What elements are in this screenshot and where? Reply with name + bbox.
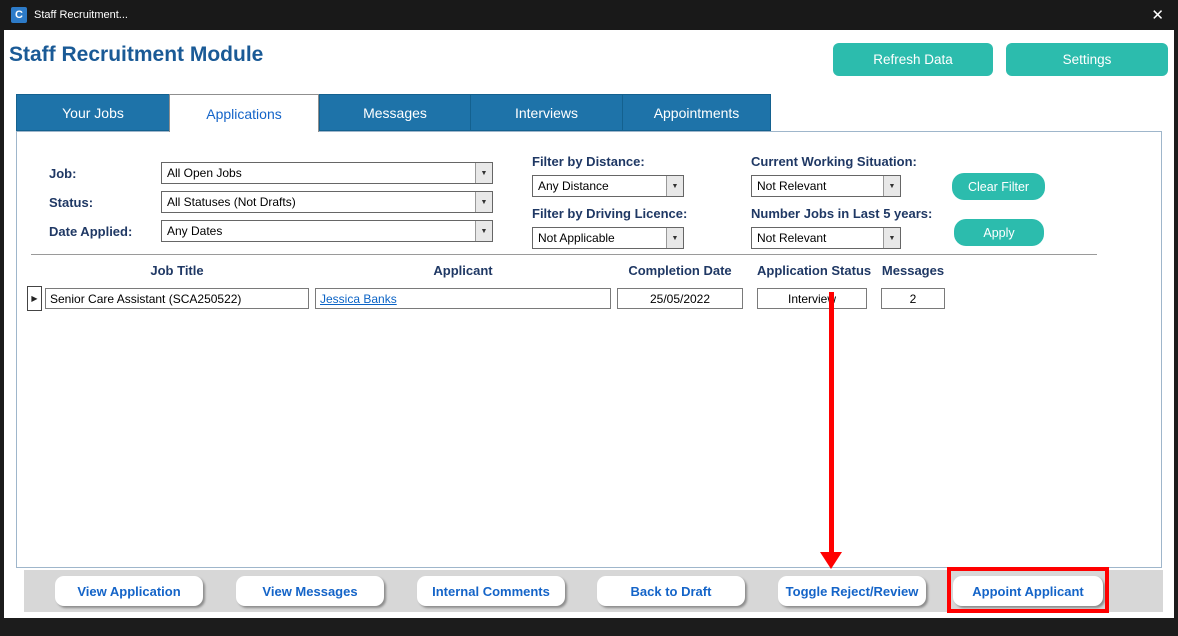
tab-appointments[interactable]: Appointments bbox=[622, 94, 771, 131]
window-content: Staff Recruitment Module Refresh Data Se… bbox=[4, 30, 1174, 618]
job-filter-value: All Open Jobs bbox=[162, 163, 475, 183]
dropdown-arrow-icon: ▼ bbox=[666, 176, 683, 196]
clear-filter-button[interactable]: Clear Filter bbox=[952, 173, 1045, 200]
dropdown-arrow-icon: ▼ bbox=[475, 221, 492, 241]
column-header-application-status: Application Status bbox=[757, 263, 867, 278]
dropdown-arrow-icon: ▼ bbox=[883, 228, 900, 248]
appoint-applicant-button[interactable]: Appoint Applicant bbox=[953, 576, 1103, 606]
back-to-draft-button[interactable]: Back to Draft bbox=[597, 576, 745, 606]
job-filter-label: Job: bbox=[49, 166, 76, 181]
tab-messages[interactable]: Messages bbox=[319, 94, 470, 131]
dropdown-arrow-icon: ▼ bbox=[475, 192, 492, 212]
tab-your-jobs[interactable]: Your Jobs bbox=[16, 94, 169, 131]
column-header-messages: Messages bbox=[881, 263, 945, 278]
jobs-last-5-years-filter-value: Not Relevant bbox=[752, 228, 883, 248]
working-situation-filter-select[interactable]: Not Relevant ▼ bbox=[751, 175, 901, 197]
action-bar: View Application View Messages Internal … bbox=[24, 570, 1163, 612]
distance-filter-select[interactable]: Any Distance ▼ bbox=[532, 175, 684, 197]
toggle-reject-review-button[interactable]: Toggle Reject/Review bbox=[778, 576, 926, 606]
dropdown-arrow-icon: ▼ bbox=[883, 176, 900, 196]
applications-panel: Job: All Open Jobs ▼ Status: All Statuse… bbox=[16, 131, 1162, 568]
date-applied-filter-select[interactable]: Any Dates ▼ bbox=[161, 220, 493, 242]
page-title: Staff Recruitment Module bbox=[9, 43, 263, 67]
messages-count-cell[interactable]: 2 bbox=[881, 288, 945, 309]
job-title-cell[interactable]: Senior Care Assistant (SCA250522) bbox=[45, 288, 309, 309]
date-applied-filter-label: Date Applied: bbox=[49, 224, 132, 239]
status-filter-label: Status: bbox=[49, 195, 93, 210]
tab-interviews[interactable]: Interviews bbox=[470, 94, 622, 131]
titlebar: C Staff Recruitment... ✕ bbox=[0, 0, 1178, 30]
view-application-button[interactable]: View Application bbox=[55, 576, 203, 606]
column-header-job-title: Job Title bbox=[45, 263, 309, 278]
working-situation-filter-label: Current Working Situation: bbox=[751, 154, 917, 169]
applicant-link[interactable]: Jessica Banks bbox=[320, 292, 397, 306]
refresh-data-button[interactable]: Refresh Data bbox=[833, 43, 993, 76]
annotation-arrow-line bbox=[829, 292, 834, 552]
column-header-applicant: Applicant bbox=[315, 263, 611, 278]
filter-table-separator bbox=[31, 254, 1097, 255]
jobs-last-5-years-filter-select[interactable]: Not Relevant ▼ bbox=[751, 227, 901, 249]
date-applied-filter-value: Any Dates bbox=[162, 221, 475, 241]
applicant-cell[interactable]: Jessica Banks bbox=[315, 288, 611, 309]
app-window: C Staff Recruitment... ✕ Staff Recruitme… bbox=[0, 0, 1178, 636]
internal-comments-button[interactable]: Internal Comments bbox=[417, 576, 565, 606]
apply-filter-button[interactable]: Apply bbox=[954, 219, 1044, 246]
dropdown-arrow-icon: ▼ bbox=[475, 163, 492, 183]
driving-licence-filter-label: Filter by Driving Licence: bbox=[532, 206, 687, 221]
annotation-arrow-head bbox=[820, 552, 842, 569]
status-filter-value: All Statuses (Not Drafts) bbox=[162, 192, 475, 212]
status-filter-select[interactable]: All Statuses (Not Drafts) ▼ bbox=[161, 191, 493, 213]
column-header-completion-date: Completion Date bbox=[617, 263, 743, 278]
driving-licence-filter-value: Not Applicable bbox=[533, 228, 666, 248]
tab-bar: Your Jobs Applications Messages Intervie… bbox=[16, 94, 771, 132]
dropdown-arrow-icon: ▼ bbox=[666, 228, 683, 248]
driving-licence-filter-select[interactable]: Not Applicable ▼ bbox=[532, 227, 684, 249]
app-icon: C bbox=[11, 7, 27, 23]
distance-filter-value: Any Distance bbox=[533, 176, 666, 196]
job-filter-select[interactable]: All Open Jobs ▼ bbox=[161, 162, 493, 184]
window-title: Staff Recruitment... bbox=[34, 9, 128, 21]
view-messages-button[interactable]: View Messages bbox=[236, 576, 384, 606]
application-status-cell[interactable]: Interview bbox=[757, 288, 867, 309]
close-icon[interactable]: ✕ bbox=[1151, 6, 1164, 24]
settings-button[interactable]: Settings bbox=[1006, 43, 1168, 76]
tab-applications[interactable]: Applications bbox=[169, 94, 319, 132]
jobs-last-5-years-filter-label: Number Jobs in Last 5 years: bbox=[751, 206, 932, 221]
record-selector[interactable]: ▶ bbox=[27, 286, 42, 311]
record-selector-arrow-icon: ▶ bbox=[31, 294, 37, 303]
distance-filter-label: Filter by Distance: bbox=[532, 154, 645, 169]
completion-date-cell[interactable]: 25/05/2022 bbox=[617, 288, 743, 309]
working-situation-filter-value: Not Relevant bbox=[752, 176, 883, 196]
